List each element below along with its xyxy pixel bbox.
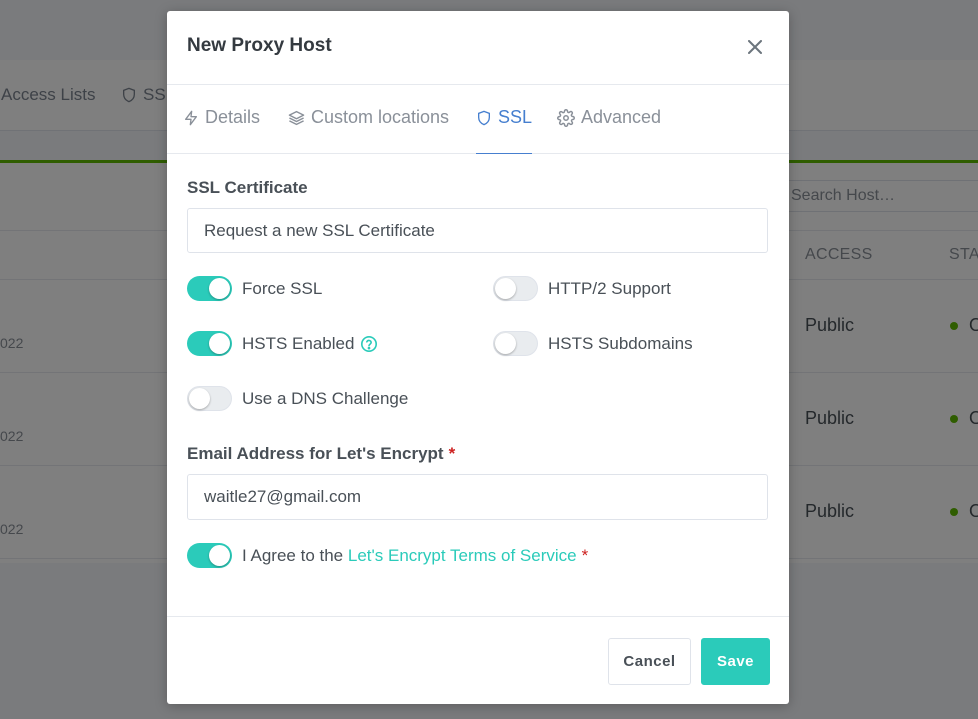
dns-challenge-label: Use a DNS Challenge bbox=[242, 388, 409, 408]
tab-advanced[interactable]: Advanced bbox=[557, 107, 661, 153]
ssl-certificate-value: Request a new SSL Certificate bbox=[204, 221, 435, 240]
hsts-subdomains-row: HSTS Subdomains bbox=[493, 331, 693, 356]
tos-link[interactable]: Let's Encrypt Terms of Service bbox=[348, 546, 577, 565]
new-proxy-host-modal: New Proxy Host Details Custom locations … bbox=[167, 11, 789, 704]
agree-tos-toggle[interactable] bbox=[187, 543, 232, 568]
http2-support-label: HTTP/2 Support bbox=[548, 278, 671, 298]
email-field[interactable] bbox=[187, 474, 768, 520]
cancel-button[interactable]: Cancel bbox=[608, 638, 691, 685]
agree-tos-row: I Agree to the Let's Encrypt Terms of Se… bbox=[187, 543, 588, 568]
force-ssl-row: Force SSL bbox=[187, 276, 322, 301]
hsts-subdomains-toggle[interactable] bbox=[493, 331, 538, 356]
tab-custom-locations[interactable]: Custom locations bbox=[288, 107, 449, 153]
dns-challenge-toggle[interactable] bbox=[187, 386, 232, 411]
close-icon bbox=[748, 40, 762, 54]
http2-support-row: HTTP/2 Support bbox=[493, 276, 671, 301]
modal-header: New Proxy Host bbox=[167, 11, 789, 85]
modal-tabs: Details Custom locations SSL Advanced bbox=[167, 85, 789, 154]
modal-footer: Cancel Save bbox=[167, 616, 789, 705]
ssl-certificate-select[interactable]: Request a new SSL Certificate bbox=[187, 208, 768, 253]
tab-ssl[interactable]: SSL bbox=[476, 107, 533, 154]
layers-icon bbox=[288, 110, 305, 126]
required-mark: * bbox=[448, 444, 456, 463]
close-button[interactable] bbox=[741, 33, 769, 61]
dns-challenge-row: Use a DNS Challenge bbox=[187, 386, 408, 411]
agree-tos-text: I Agree to the Let's Encrypt Terms of Se… bbox=[242, 545, 589, 565]
gear-icon bbox=[557, 109, 575, 127]
email-label: Email Address for Let's Encrypt * bbox=[187, 444, 456, 463]
hsts-enabled-label: HSTS Enabled bbox=[242, 333, 355, 353]
hsts-enabled-toggle[interactable] bbox=[187, 331, 232, 356]
force-ssl-label: Force SSL bbox=[242, 278, 323, 298]
http2-support-toggle[interactable] bbox=[493, 276, 538, 301]
hsts-subdomains-label: HSTS Subdomains bbox=[548, 333, 693, 353]
modal-title: New Proxy Host bbox=[187, 35, 332, 56]
help-icon[interactable] bbox=[360, 335, 378, 353]
tab-details[interactable]: Details bbox=[183, 107, 260, 153]
hsts-enabled-row: HSTS Enabled bbox=[187, 331, 378, 356]
force-ssl-toggle[interactable] bbox=[187, 276, 232, 301]
bolt-icon bbox=[185, 110, 197, 126]
ssl-certificate-label: SSL Certificate bbox=[187, 178, 308, 197]
shield-icon bbox=[478, 110, 490, 126]
save-button[interactable]: Save bbox=[701, 638, 770, 685]
required-mark: * bbox=[581, 545, 589, 565]
